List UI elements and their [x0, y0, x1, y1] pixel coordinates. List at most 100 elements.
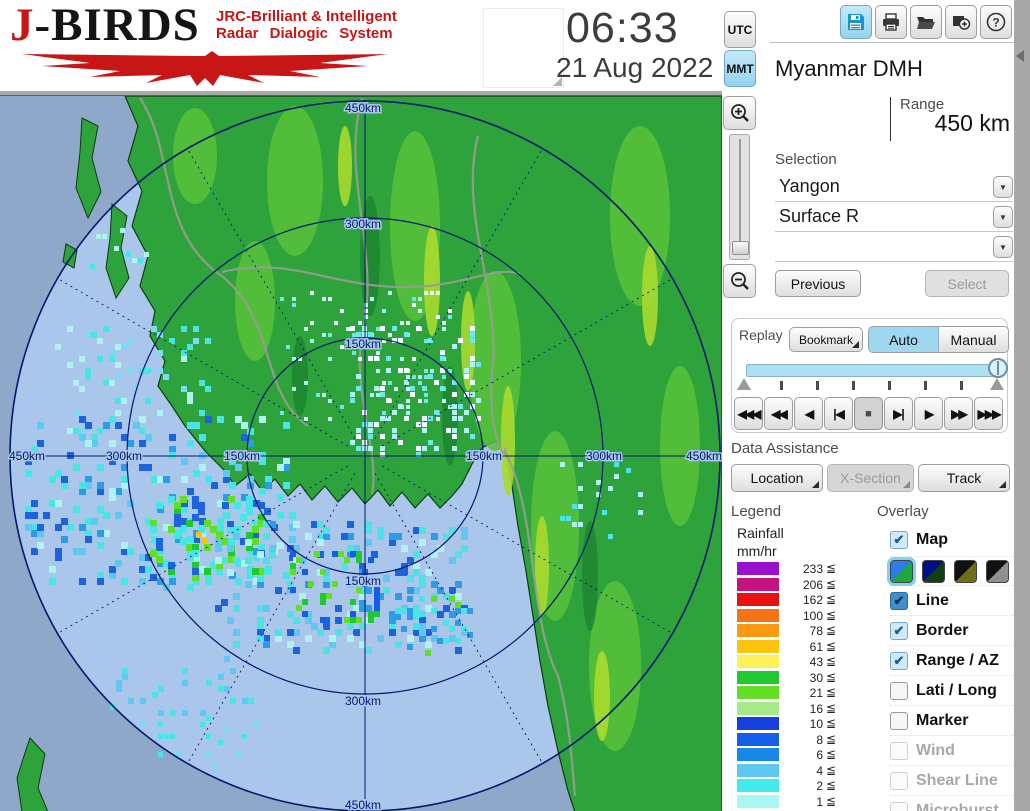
stop-button[interactable]: ■ — [854, 397, 883, 430]
legend-swatch — [737, 639, 779, 653]
utc-button[interactable]: UTC — [724, 11, 756, 48]
step-back-button[interactable]: |◀ — [824, 397, 853, 430]
site-dropdown-arrow[interactable]: ▼ — [993, 176, 1013, 198]
mmt-button[interactable]: MMT — [724, 50, 756, 87]
panel-separator — [770, 42, 1014, 43]
ring-label: 300km — [345, 694, 381, 708]
panel-collapse-arrow-icon[interactable] — [1016, 50, 1024, 62]
zoom-out-button[interactable] — [723, 264, 756, 298]
map-style-swatch-1[interactable] — [887, 556, 916, 586]
checkbox-checked-icon[interactable]: ✔ — [890, 531, 908, 549]
overlay-item-map[interactable]: ✔ Map — [890, 524, 1014, 556]
replay-slider-track[interactable] — [746, 364, 1000, 377]
logo-title-rest: -BIRDS — [34, 0, 200, 51]
rewind-fast-button[interactable]: ◀◀◀ — [734, 397, 763, 430]
product-dropdown[interactable]: Surface R ▼ — [775, 204, 1013, 232]
legend-value: 10 — [809, 717, 823, 731]
ruler-tick — [816, 381, 819, 390]
location-button[interactable]: Location — [731, 464, 823, 492]
bookmark-button[interactable]: Bookmark — [789, 327, 863, 352]
ruler-end-marker[interactable] — [990, 378, 1004, 390]
map-style-swatch-3[interactable] — [954, 559, 977, 583]
chevron-down-icon: ▼ — [999, 212, 1007, 222]
legend-row: 61 ≦ — [737, 638, 862, 654]
clock-time: 06:33 — [566, 4, 679, 52]
checkbox-checked-icon[interactable]: ✔ — [890, 621, 908, 640]
step-forward-button[interactable]: ▶| — [884, 397, 913, 430]
map-style-swatch-4[interactable] — [986, 559, 1009, 583]
legend-swatch — [737, 624, 779, 637]
ruler-start-marker[interactable] — [737, 378, 751, 390]
select-button[interactable]: Select — [925, 270, 1009, 297]
zoom-slider-thumb[interactable] — [732, 241, 749, 255]
forward-button[interactable]: ▶▶ — [944, 397, 973, 430]
overlay-item-range-az[interactable]: ✔ Range / AZ — [890, 645, 1014, 675]
extra-dropdown-arrow[interactable]: ▼ — [993, 236, 1013, 258]
overlay-item-shear-line[interactable]: Shear Line — [890, 765, 1014, 795]
blank-display-box — [483, 8, 564, 88]
product-dropdown-arrow[interactable]: ▼ — [993, 206, 1013, 228]
zoom-slider-track[interactable] — [729, 134, 750, 260]
print-icon — [883, 13, 899, 31]
forward-fast-button[interactable]: ▶▶▶ — [974, 397, 1003, 430]
ring-label: 450km — [345, 101, 381, 115]
ruler-tick — [780, 381, 783, 390]
play-button[interactable]: ▶ — [914, 397, 943, 430]
playback-controls: ◀◀◀ ◀◀ ◀ |◀ ■ ▶| ▶ ▶▶ ▶▶▶ — [734, 397, 1003, 430]
replay-slider-thumb[interactable] — [988, 358, 1008, 378]
radar-map[interactable]: 450km 300km 150km 150km 300km 450km 450k… — [0, 95, 724, 811]
map-style-swatch-2[interactable] — [922, 559, 945, 583]
ruler-tick — [888, 381, 891, 390]
overlay-item-label: Border — [916, 621, 969, 639]
zoom-in-button[interactable] — [723, 96, 756, 130]
rewind-button[interactable]: ◀◀ — [764, 397, 793, 430]
help-button[interactable]: ? — [980, 5, 1012, 39]
checkbox-icon[interactable] — [890, 711, 908, 730]
legend-value: 6 — [816, 748, 823, 762]
ring-label: 450km — [9, 449, 45, 463]
checkbox-icon[interactable] — [890, 771, 908, 790]
checkbox-icon[interactable] — [890, 681, 908, 700]
legend-swatch — [737, 562, 779, 575]
overlay-item-lati-long[interactable]: Lati / Long — [890, 675, 1014, 705]
legend-swatch — [737, 686, 779, 699]
jbirds-app: J-BIRDS JRC-Brilliant & Intelligent Rada… — [0, 0, 1030, 811]
open-file-button[interactable] — [910, 5, 942, 39]
overlay-item-microburst[interactable]: Microburst — [890, 795, 1014, 811]
lte-symbol: ≦ — [826, 669, 837, 684]
overlay-item-marker[interactable]: Marker — [890, 705, 1014, 735]
play-reverse-button[interactable]: ◀ — [794, 397, 823, 430]
replay-mode-switch: Auto Manual — [868, 326, 1009, 353]
legend-value: 78 — [809, 624, 823, 638]
site-dropdown[interactable]: Yangon ▼ — [775, 174, 1013, 202]
overlay-item-wind[interactable]: Wind — [890, 735, 1014, 765]
auto-button[interactable]: Auto — [869, 327, 939, 352]
overlay-item-line[interactable]: ✔ Line — [890, 585, 1014, 615]
legend-label: Legend — [731, 503, 782, 520]
manual-button[interactable]: Manual — [939, 327, 1008, 352]
save-button[interactable] — [840, 5, 872, 39]
legend-unit: Rainfall mm/hr — [737, 525, 784, 559]
ring-label: 300km — [345, 217, 381, 231]
checkbox-icon[interactable] — [890, 741, 908, 760]
previous-button[interactable]: Previous — [775, 270, 861, 297]
checkbox-icon[interactable] — [890, 801, 908, 811]
capture-button[interactable] — [945, 5, 977, 39]
print-button[interactable] — [875, 5, 907, 39]
lte-symbol: ≦ — [826, 731, 837, 746]
legend-row: 100 ≦ — [737, 608, 862, 623]
legend-row: 43 ≦ — [737, 654, 862, 669]
track-button[interactable]: Track — [918, 464, 1010, 492]
replay-label: Replay — [739, 327, 783, 343]
checkbox-checked-icon[interactable]: ✔ — [890, 591, 908, 610]
overlay-item-border[interactable]: ✔ Border — [890, 615, 1014, 645]
legend-value: 4 — [816, 763, 823, 778]
extra-dropdown[interactable]: ▼ — [775, 234, 1013, 262]
checkbox-checked-icon[interactable]: ✔ — [890, 651, 908, 670]
overlay-list: ✔ Map ✔ Line ✔ Border ✔ Range / AZ Lati / Long Ma… — [887, 524, 1014, 811]
lte-symbol: ≦ — [826, 638, 837, 653]
xsection-button[interactable]: X-Section — [827, 464, 914, 492]
ring-label: 150km — [224, 449, 260, 463]
legend-row: 1 ≦ — [737, 794, 862, 809]
station-name: Myanmar DMH — [775, 52, 1013, 86]
